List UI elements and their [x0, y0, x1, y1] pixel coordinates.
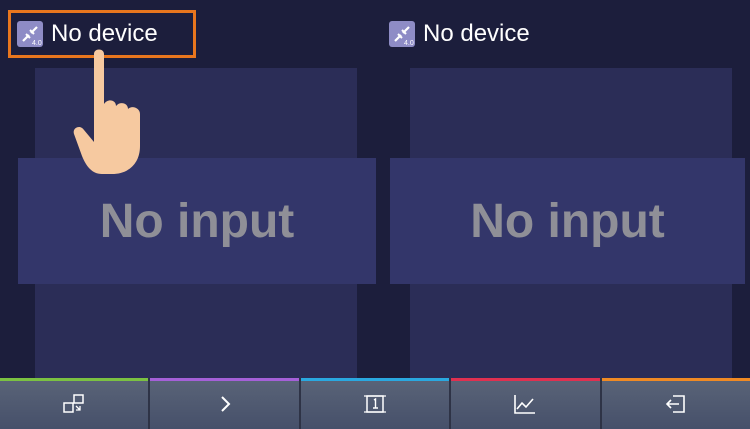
toolbar-accent-bar — [451, 378, 600, 381]
channel-1: 4.0 No device No input — [0, 0, 376, 378]
channel-1-device-label: No device — [51, 20, 158, 47]
switch-layout-button[interactable] — [0, 378, 151, 429]
channel-2: 4.0 No device No input — [375, 0, 750, 378]
toolbar-accent-bar — [150, 378, 299, 381]
capture-frame-icon — [364, 394, 387, 413]
channel-2-device-label: No device — [423, 20, 530, 47]
trend-button[interactable] — [451, 378, 602, 429]
channel-2-device-selector[interactable]: 4.0 No device — [383, 10, 633, 58]
channel-1-status: No input — [99, 194, 295, 248]
unlinked-device-icon: 4.0 — [17, 21, 43, 47]
hand-pointer-icon — [73, 49, 140, 174]
toolbar-accent-bar — [300, 378, 450, 381]
unlinked-device-icon: 4.0 — [389, 21, 415, 47]
channel-2-status: No input — [470, 194, 665, 248]
exit-button[interactable] — [601, 378, 750, 429]
svg-text:4.0: 4.0 — [404, 40, 414, 47]
chevron-right-icon — [220, 395, 231, 412]
screen: 4.0 No device No input 4.0 No device No … — [0, 0, 750, 429]
line-chart-icon — [514, 394, 536, 414]
exit-icon — [665, 394, 685, 413]
bottom-toolbar — [0, 378, 750, 429]
switch-layout-icon — [63, 393, 84, 413]
next-button[interactable] — [150, 378, 301, 429]
channel-2-panel-bottom — [410, 284, 732, 378]
toolbar-accent-bar — [601, 378, 750, 381]
channel-2-panel-top — [410, 68, 732, 158]
toolbar-accent-bar — [0, 378, 149, 381]
channel-1-panel-bottom — [35, 284, 357, 378]
svg-text:4.0: 4.0 — [32, 40, 42, 47]
capture-button[interactable] — [300, 378, 452, 429]
